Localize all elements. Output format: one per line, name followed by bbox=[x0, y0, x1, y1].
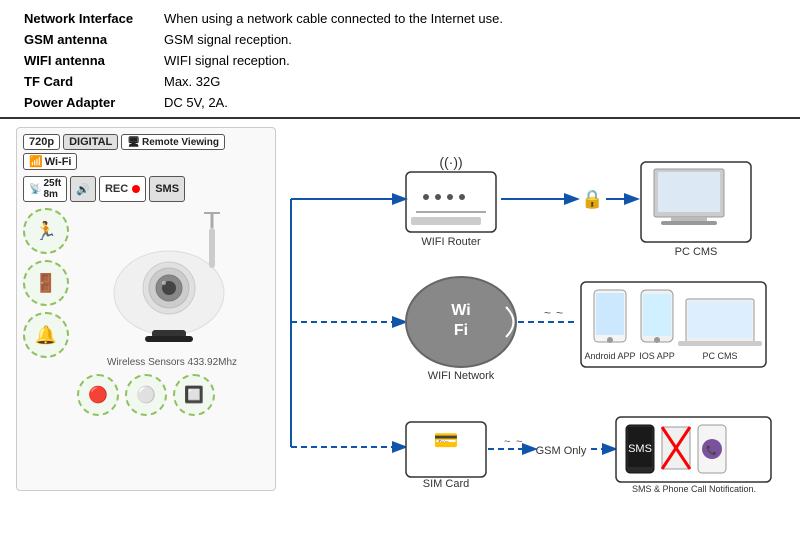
svg-text:~: ~ bbox=[556, 306, 563, 320]
svg-text:Wi: Wi bbox=[451, 302, 470, 319]
sensor-alarm: 🔴 bbox=[77, 374, 119, 416]
sensor2-icon: ⚪ bbox=[136, 385, 156, 405]
spec-label: TF Card bbox=[16, 71, 156, 92]
badge-range: 📡 25ft8m bbox=[23, 176, 67, 202]
spec-value: WIFI signal reception. bbox=[156, 50, 784, 71]
right-diagram: PC CMS === --> ((·)) WIFI Router 🔒 bbox=[286, 127, 784, 491]
diagram-area: 720p DIGITAL 🖥 Remote Viewing 📶 Wi-Fi 📡 … bbox=[0, 119, 800, 499]
camera-badges-row1: 720p DIGITAL 🖥 Remote Viewing 📶 Wi-Fi bbox=[23, 134, 269, 170]
camera-label: Wireless Sensors 433.92Mhz bbox=[107, 357, 237, 368]
svg-text:Android APP: Android APP bbox=[584, 351, 635, 361]
sensor-sensor3: 🔲 bbox=[173, 374, 215, 416]
range-icon: 📡 bbox=[29, 184, 41, 195]
sensors-left-column: 🏃 🚪 🔔 bbox=[23, 208, 69, 368]
badge-remote-viewing: 🖥 Remote Viewing bbox=[121, 134, 225, 150]
monitor-icon: 🖥 bbox=[127, 137, 140, 148]
badge-rec: REC bbox=[99, 176, 146, 202]
camera-image-area: Wireless Sensors 433.92Mhz bbox=[75, 208, 269, 368]
svg-text:~: ~ bbox=[544, 306, 551, 320]
badge-speaker: 🔊 bbox=[70, 176, 96, 202]
spec-label: WIFI antenna bbox=[16, 50, 156, 71]
svg-text:WIFI Router: WIFI Router bbox=[421, 236, 481, 248]
sensor-door: 🚪 bbox=[23, 260, 69, 306]
specs-table: Network InterfaceWhen using a network ca… bbox=[16, 8, 784, 113]
sensors-bottom-row: 🔴 ⚪ 🔲 bbox=[23, 374, 269, 416]
badge-sms: SMS bbox=[149, 176, 185, 202]
svg-text:💳: 💳 bbox=[434, 430, 459, 452]
spec-value: DC 5V, 2A. bbox=[156, 92, 784, 113]
svg-text:GSM Only: GSM Only bbox=[536, 445, 587, 457]
camera-main-area: 🏃 🚪 🔔 bbox=[23, 208, 269, 368]
pir-icon: 🏃 bbox=[35, 221, 57, 242]
spec-label: Power Adapter bbox=[16, 92, 156, 113]
badge-720p: 720p bbox=[23, 134, 60, 150]
svg-text:WIFI Network: WIFI Network bbox=[428, 370, 495, 382]
spec-label: GSM antenna bbox=[16, 29, 156, 50]
speaker-icon: 🔊 bbox=[76, 183, 90, 196]
svg-text:📞: 📞 bbox=[706, 444, 718, 455]
camera-panel: 720p DIGITAL 🖥 Remote Viewing 📶 Wi-Fi 📡 … bbox=[16, 127, 276, 491]
network-diagram-svg: PC CMS === --> ((·)) WIFI Router 🔒 bbox=[286, 127, 776, 497]
sensor-smoke: 🔔 bbox=[23, 312, 69, 358]
alarm-icon: 🔴 bbox=[88, 385, 108, 405]
sensor-pir: 🏃 bbox=[23, 208, 69, 254]
spec-value: When using a network cable connected to … bbox=[156, 8, 784, 29]
svg-text:SMS & Phone Call Notification.: SMS & Phone Call Notification. bbox=[632, 484, 756, 494]
svg-text:SMS: SMS bbox=[628, 443, 652, 455]
door-icon: 🚪 bbox=[35, 273, 57, 294]
rec-indicator bbox=[132, 185, 140, 193]
svg-text:~: ~ bbox=[504, 436, 510, 448]
badge-wifi: 📶 Wi-Fi bbox=[23, 153, 77, 170]
svg-text:🔒: 🔒 bbox=[581, 189, 603, 209]
svg-text:~: ~ bbox=[516, 436, 522, 448]
svg-text:((·)): ((·)) bbox=[439, 154, 462, 170]
svg-text:SIM Card: SIM Card bbox=[423, 478, 469, 490]
svg-text:IOS APP: IOS APP bbox=[639, 351, 675, 361]
svg-text:PC CMS: PC CMS bbox=[702, 351, 737, 361]
camera-badges-row2: 📡 25ft8m 🔊 REC SMS bbox=[23, 176, 269, 202]
spec-value: GSM signal reception. bbox=[156, 29, 784, 50]
sensor3-icon: 🔲 bbox=[184, 385, 204, 405]
sensor-sensor2: ⚪ bbox=[125, 374, 167, 416]
svg-text:Fi: Fi bbox=[454, 322, 468, 339]
spec-value: Max. 32G bbox=[156, 71, 784, 92]
spec-label: Network Interface bbox=[16, 8, 156, 29]
badge-digital: DIGITAL bbox=[63, 134, 118, 150]
wifi-icon: 📶 bbox=[29, 155, 43, 168]
specs-table-wrapper: Network InterfaceWhen using a network ca… bbox=[0, 0, 800, 119]
camera-svg bbox=[97, 208, 247, 353]
smoke-icon: 🔔 bbox=[35, 325, 57, 346]
svg-text:PC CMS: PC CMS bbox=[675, 246, 718, 258]
